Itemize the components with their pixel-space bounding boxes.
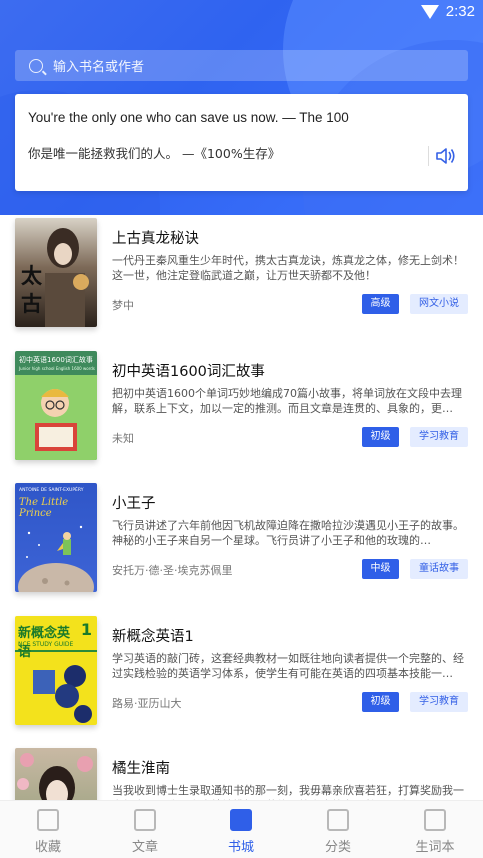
cover-number: 1	[80, 620, 92, 639]
search-placeholder: 输入书名或作者	[53, 60, 145, 75]
list-item[interactable]: 太古 上古真龙秘诀 一代丹王秦风重生少年时代，携太古真龙诀，炼真龙之体，修无上剑…	[0, 215, 483, 327]
article-icon	[134, 809, 156, 831]
book-description: 一代丹王秦风重生少年时代，携太古真龙诀，炼真龙之体，修无上剑术！这一世，他注定登…	[112, 254, 464, 282]
cover-title: The Little Prince	[19, 497, 69, 519]
tab-vocabulary[interactable]: 生词本	[405, 809, 465, 855]
quote-chinese: 你是唯一能拯救我们的人。 —《100%生存》	[28, 146, 281, 161]
category-icon	[327, 809, 349, 831]
cover-title: 太古	[21, 263, 42, 316]
genre-tag: 网文小说	[410, 294, 468, 314]
daily-quote-card[interactable]: You're the only one who can save us now.…	[15, 94, 468, 191]
wifi-icon	[421, 5, 439, 19]
status-bar: 2:32	[0, 0, 483, 26]
level-badge: 初级	[362, 427, 399, 447]
tab-bookstore[interactable]: 书城	[211, 809, 271, 855]
bookmark-book-icon	[37, 809, 59, 831]
cover-subtitle: NCE STUDY GUIDE	[18, 641, 74, 648]
cover-author: ANTOINE DE SAINT-EXUPÉRY	[19, 488, 84, 493]
list-item[interactable]: 初中英语1600词汇故事 Junior high school English …	[0, 348, 483, 460]
genre-tag: 学习教育	[410, 427, 468, 447]
tab-categories[interactable]: 分类	[308, 809, 368, 855]
tab-label: 分类	[324, 840, 351, 855]
quote-english: You're the only one who can save us now.…	[28, 110, 349, 125]
cover-subtitle: Junior high school English 1600 words	[19, 366, 95, 371]
list-item[interactable]: 新概念英语 1 NCE STUDY GUIDE 新概念英语1 学习英语的敲门砖，…	[0, 613, 483, 725]
speaker-icon[interactable]	[428, 146, 456, 166]
book-cover[interactable]: ANTOINE DE SAINT-EXUPÉRY The Little Prin…	[15, 483, 97, 592]
genre-tag: 学习教育	[410, 692, 468, 712]
tab-label: 书城	[227, 840, 254, 855]
cover-title: 初中英语1600词汇故事	[19, 356, 93, 364]
book-description: 把初中英语1600个单词巧妙地编成70篇小故事，将单词放在文段中去理解，联系上下…	[112, 387, 462, 415]
level-badge: 中级	[362, 559, 399, 579]
book-title: 小王子	[112, 496, 156, 512]
level-badge: 高级	[362, 294, 399, 314]
genre-tag: 童话故事	[410, 559, 468, 579]
level-badge: 初级	[362, 692, 399, 712]
search-icon	[29, 58, 43, 73]
book-title: 初中英语1600词汇故事	[112, 364, 265, 380]
book-title: 上古真龙秘诀	[112, 231, 199, 247]
book-author: 梦中	[112, 299, 134, 312]
book-author: 未知	[112, 432, 134, 445]
tab-label: 生词本	[415, 840, 455, 855]
bottom-tab-bar: 收藏 文章 书城 分类 生词本	[0, 800, 483, 858]
book-author: 安托万·德·圣·埃克苏佩里	[112, 564, 233, 577]
book-title: 新概念英语1	[112, 629, 194, 645]
tab-label: 文章	[131, 840, 158, 855]
bookstore-icon	[230, 809, 252, 831]
clock: 2:32	[445, 3, 475, 20]
book-title: 橘生淮南	[112, 761, 170, 777]
book-description: 飞行员讲述了六年前他因飞机故障迫降在撒哈拉沙漠遇见小王子的故事。神秘的小王子来自…	[112, 519, 464, 547]
vocabulary-star-icon	[424, 809, 446, 831]
tab-articles[interactable]: 文章	[115, 809, 175, 855]
book-author: 路易·亚历山大	[112, 697, 182, 710]
search-bar[interactable]: 输入书名或作者	[15, 50, 468, 81]
book-cover[interactable]: 太古	[15, 218, 97, 327]
book-cover[interactable]: 新概念英语 1 NCE STUDY GUIDE	[15, 616, 97, 725]
book-cover[interactable]: 初中英语1600词汇故事 Junior high school English …	[15, 351, 97, 460]
list-item[interactable]: ANTOINE DE SAINT-EXUPÉRY The Little Prin…	[0, 480, 483, 592]
book-description: 学习英语的敲门砖，这套经典教材一如既往地向读者提供一个完整的、经过实践检验的英语…	[112, 652, 464, 680]
tab-label: 收藏	[34, 840, 61, 855]
tab-favorites[interactable]: 收藏	[18, 809, 78, 855]
